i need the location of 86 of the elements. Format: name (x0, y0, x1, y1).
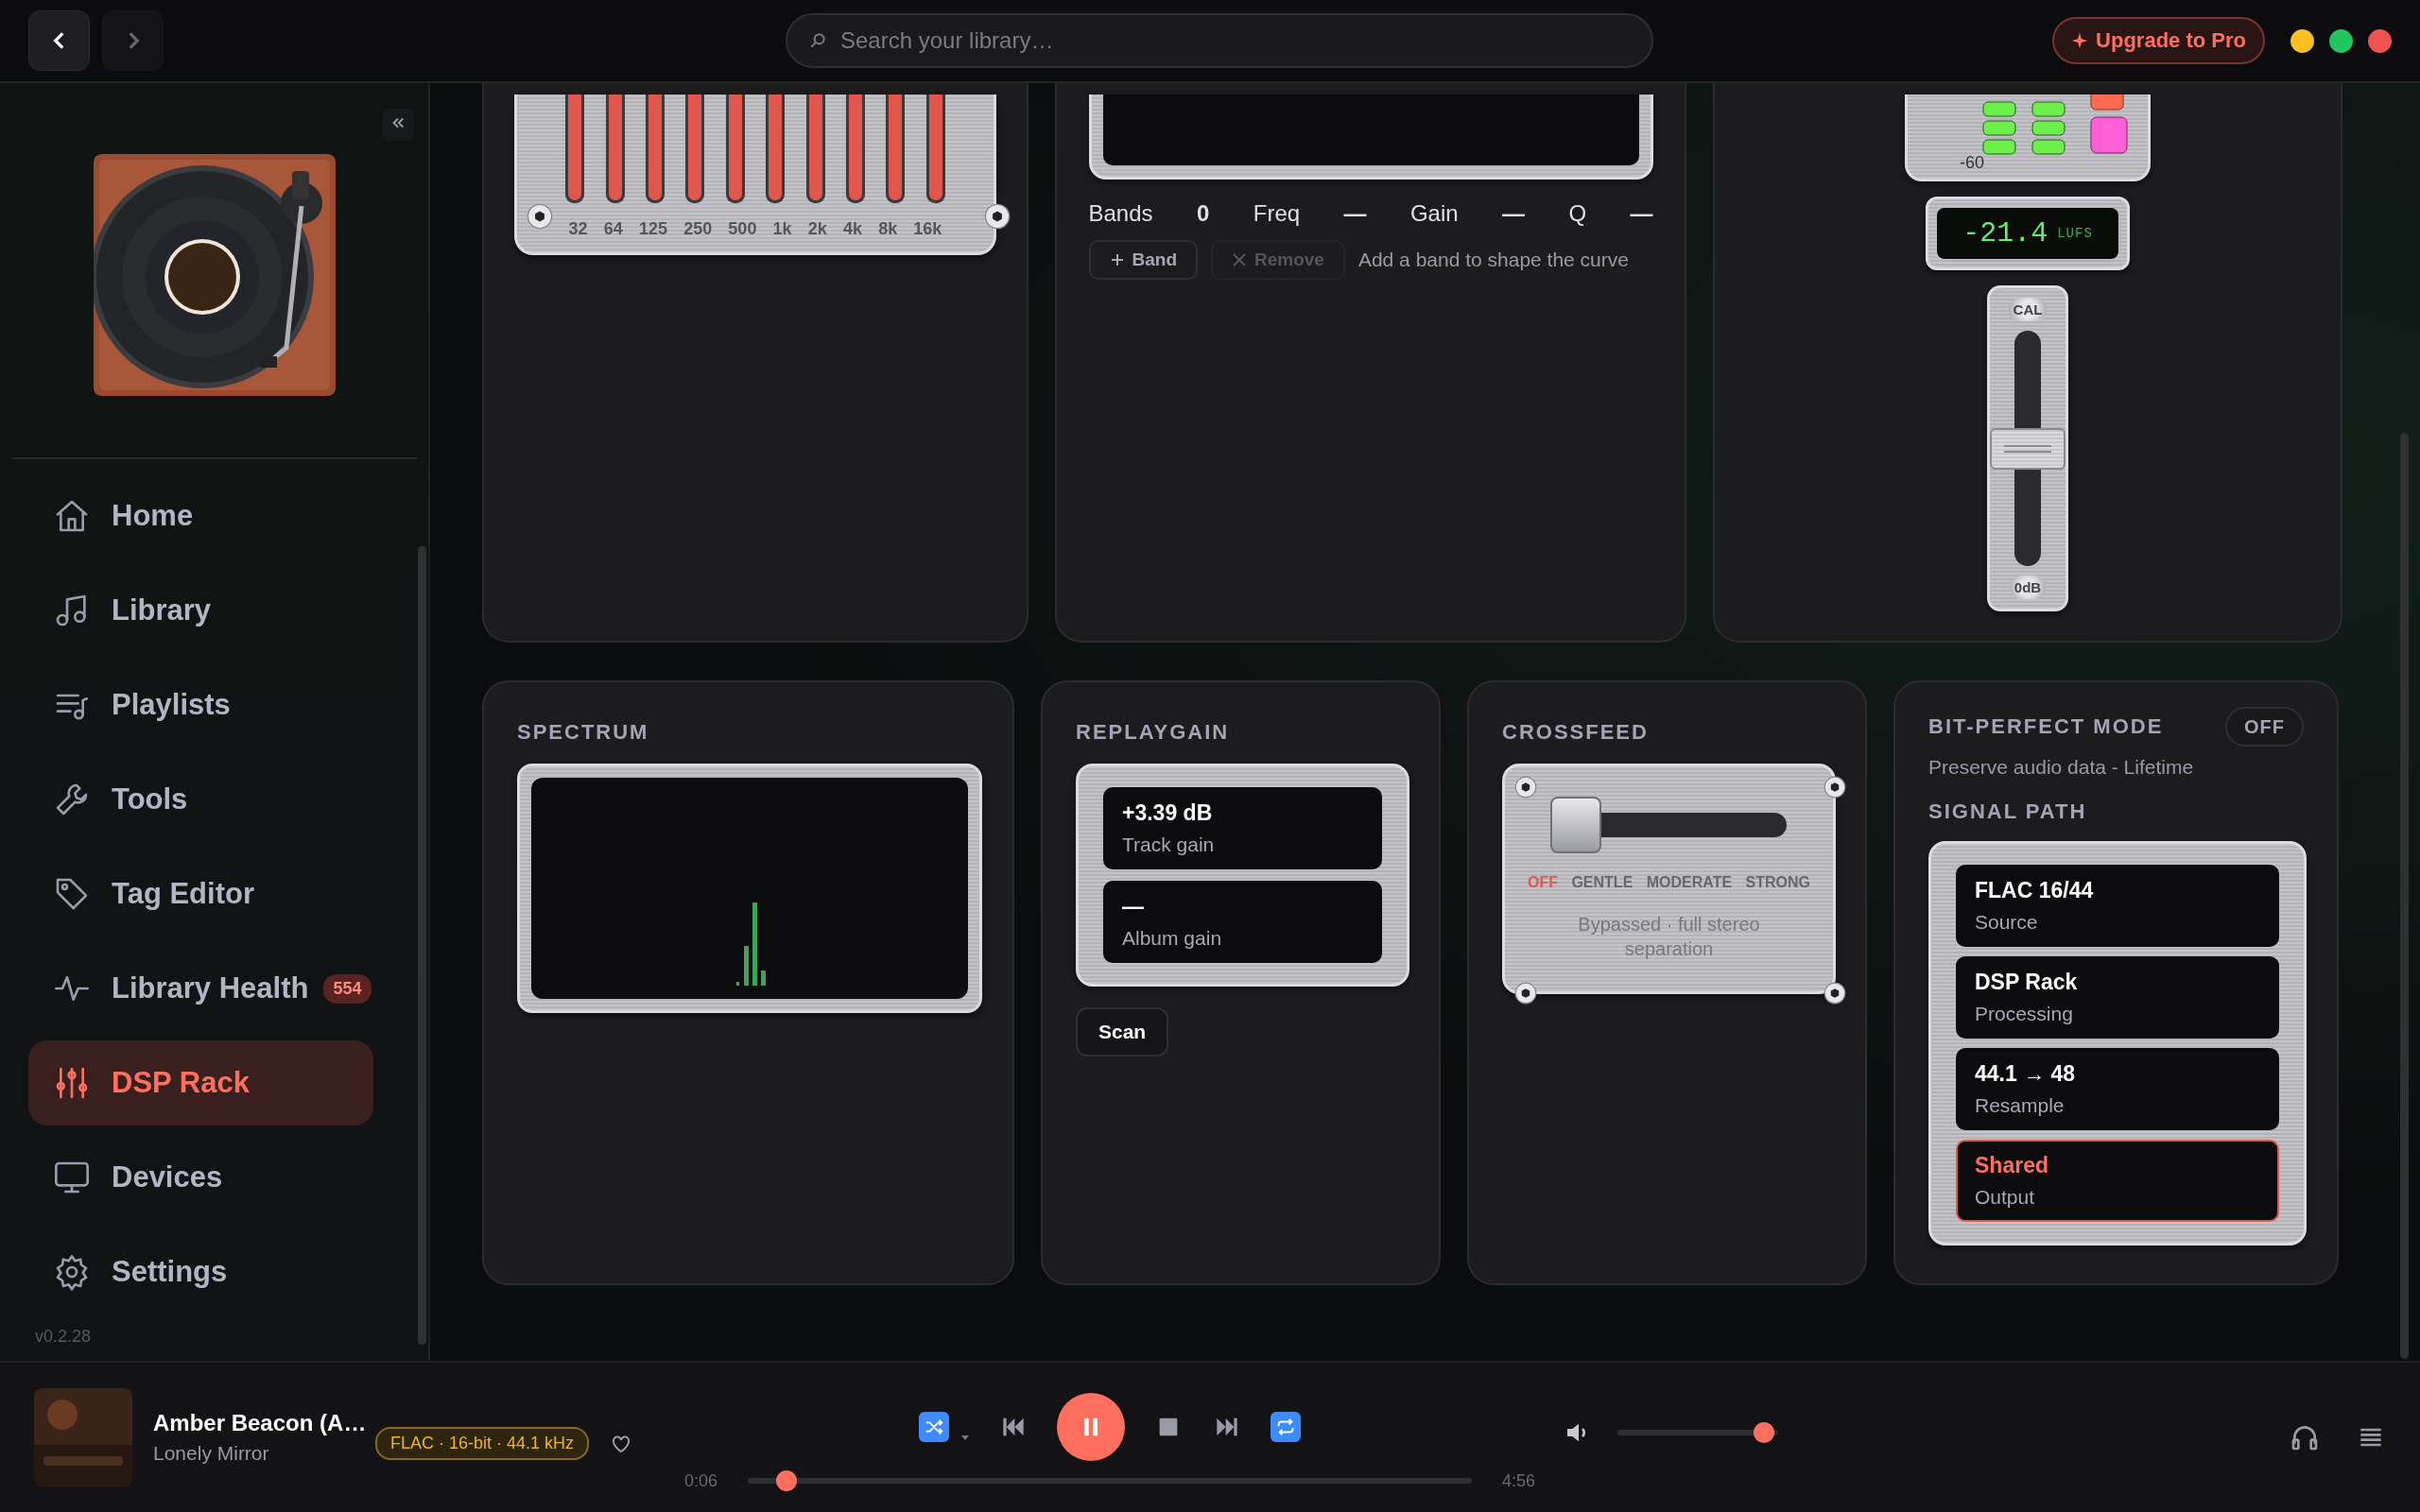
stat-value: — (1502, 200, 1525, 227)
stage-label: Resample (1975, 1094, 2066, 1117)
sidebar-item[interactable]: Library Health 554 (28, 946, 373, 1031)
scrollbar[interactable] (418, 546, 426, 1345)
collapse-button[interactable] (382, 109, 414, 141)
sidebar-item[interactable]: Tag Editor (28, 851, 373, 936)
fader-label: CAL (2008, 298, 2048, 321)
upgrade-button[interactable]: Upgrade to Pro (2052, 17, 2265, 64)
unit-label: LUFS (2057, 226, 2093, 241)
stage-value: Shared (1975, 1153, 2049, 1178)
band-label: 1k (772, 219, 792, 239)
plus-icon (1109, 252, 1125, 267)
format-badge: FLAC · 16-bit · 44.1 kHz (375, 1426, 590, 1460)
maximize-button[interactable] (2329, 28, 2353, 53)
stage-label: Output (1975, 1186, 2036, 1209)
shuffle-icon (924, 1417, 945, 1437)
artist-name: Lonely Mirror (153, 1442, 270, 1465)
stat-value: — (1343, 200, 1367, 227)
section-title: REPLAYGAIN (1076, 720, 1231, 745)
sidebar-item[interactable]: Home (28, 473, 373, 558)
slider-thumb[interactable] (1550, 797, 1601, 853)
section-title: SIGNAL PATH (1928, 799, 2088, 824)
sidebar-item[interactable]: DSP Rack (28, 1040, 373, 1125)
band-label: 64 (603, 219, 623, 239)
search-field[interactable]: Search your library… (786, 13, 1653, 68)
fader-handle[interactable] (1990, 427, 2066, 470)
stage-value: DSP Rack (1975, 970, 2079, 995)
crossfeed-slider[interactable] (1550, 797, 1787, 853)
gain-label: Track gain (1122, 833, 1216, 856)
stat-value: 0 (1196, 200, 1210, 227)
elapsed-time: 0:06 (684, 1470, 718, 1491)
sidebar-item[interactable]: Library (28, 568, 373, 653)
subtitle: Preserve audio data - Lifetime (1928, 756, 2195, 779)
progress-bar[interactable] (748, 1470, 1472, 1491)
status-text: Bypassed · full stereo separation (1577, 913, 1761, 961)
stat-label: Gain (1409, 200, 1459, 227)
stat-label: Bands (1088, 200, 1153, 227)
band-label: 125 (638, 219, 667, 239)
section-title: CROSSFEED (1502, 720, 1650, 745)
section-title: BIT-PERFECT MODE (1928, 714, 2164, 739)
band-label: 32 (568, 219, 588, 239)
count-badge: 554 (323, 973, 372, 1004)
caret-icon[interactable] (960, 1433, 971, 1442)
scrollbar[interactable] (2400, 433, 2409, 1359)
volume-slider[interactable] (1617, 1422, 1779, 1443)
sidebar-item[interactable]: Devices (28, 1135, 373, 1220)
progress-thumb[interactable] (775, 1470, 797, 1491)
gain-label: Album gain (1122, 927, 1223, 950)
gain-value: — (1122, 894, 1145, 919)
band-label: 4k (842, 219, 862, 239)
close-button[interactable] (2368, 28, 2392, 53)
screw-icon (527, 203, 553, 230)
repeat-button[interactable] (1270, 1412, 1302, 1442)
stage-value: FLAC 16/44 (1975, 878, 2095, 903)
shuffle-button[interactable] (919, 1412, 950, 1442)
add-band-button[interactable]: Band (1088, 240, 1198, 280)
stat-label: Q (1568, 200, 1587, 227)
stage-label: Processing (1975, 1003, 2074, 1025)
version-label: v0.2.28 (35, 1327, 92, 1347)
loudness-reading: -21.4 (1962, 217, 2048, 249)
close-icon (1232, 252, 1247, 267)
sidebar-item[interactable]: Settings (28, 1229, 373, 1314)
gain-value: +3.39 dB (1122, 800, 1214, 826)
sidebar-item[interactable]: Tools (28, 757, 373, 842)
band-label: 250 (683, 219, 713, 239)
screw-icon (1514, 776, 1537, 799)
stat-label: Freq (1253, 200, 1301, 227)
toggle-button[interactable]: OFF (2225, 707, 2304, 747)
stat-value: — (1630, 200, 1653, 227)
stage-value: 44.1 → 48 (1975, 1061, 2077, 1087)
hint-text: Add a band to shape the curve (1357, 249, 1629, 271)
volume-thumb[interactable] (1753, 1422, 1774, 1443)
minimize-button[interactable] (2290, 28, 2314, 53)
scale-label: -60 (1960, 153, 1984, 173)
duration-time: 4:56 (1502, 1470, 1536, 1491)
sidebar-item[interactable]: Playlists (28, 662, 373, 747)
band-label: 2k (807, 219, 827, 239)
band-label: 500 (728, 219, 757, 239)
track-title: Amber Beacon (A… (153, 1410, 368, 1436)
stage-label: Source (1975, 911, 2039, 934)
band-label: 8k (878, 219, 898, 239)
section-title: SPECTRUM (517, 720, 650, 745)
band-label: 16k (913, 219, 942, 239)
scan-button[interactable]: Scan (1076, 1007, 1169, 1057)
fader-label: 0dB (2009, 576, 2047, 599)
sparkle-icon (2071, 32, 2089, 49)
